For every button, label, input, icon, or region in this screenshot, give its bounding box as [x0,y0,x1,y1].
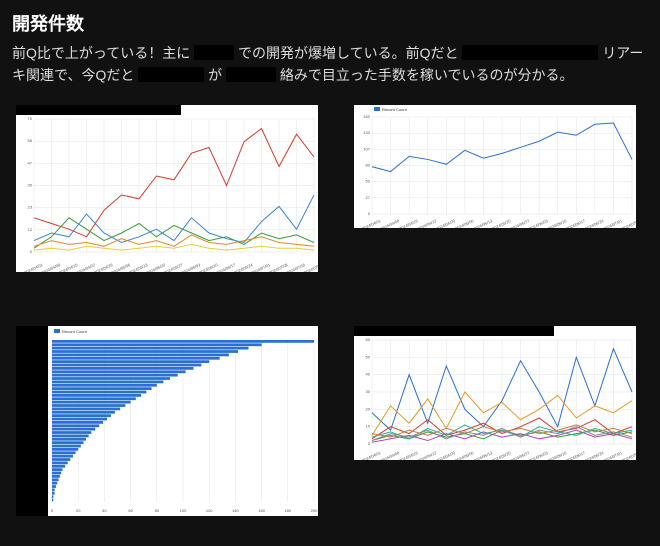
svg-text:Record Count: Record Count [62,329,88,334]
svg-text:160: 160 [258,508,265,513]
svg-text:40: 40 [366,371,371,376]
svg-text:12: 12 [28,227,33,232]
svg-text:0: 0 [30,249,33,254]
chart-single-line: 16013310780532702024/04/012024/04/082024… [354,105,636,228]
svg-text:80: 80 [366,162,371,167]
svg-text:20: 20 [76,508,81,513]
svg-text:35: 35 [28,182,33,187]
svg-text:70: 70 [28,116,33,121]
svg-text:0: 0 [368,441,371,446]
svg-text:40: 40 [102,508,107,513]
svg-text:160: 160 [363,114,370,119]
svg-text:107: 107 [363,146,370,151]
svg-text:Record Count: Record Count [382,107,408,112]
desc-text: 絡みで目立った手数を稼いでいるのが分かる。 [280,67,574,83]
svg-text:133: 133 [363,130,370,135]
chart-multi-line-1: 70584735231202024/04/012024/04/082024/04… [16,105,318,272]
svg-text:60: 60 [128,508,133,513]
svg-text:0: 0 [368,211,371,216]
svg-text:120: 120 [206,508,213,513]
svg-text:23: 23 [28,204,33,209]
svg-text:10: 10 [366,423,371,428]
svg-text:60: 60 [366,337,371,342]
svg-text:47: 47 [28,160,33,165]
svg-text:80: 80 [155,508,160,513]
redacted [138,67,204,82]
svg-text:140: 140 [232,508,239,513]
redacted [462,45,598,60]
page-title: 開発件数 [12,10,648,36]
svg-text:30: 30 [366,389,371,394]
description: 前Q比で上がっている！主に での開発が爆増している。前Qだと リアーキ関連で、今… [12,42,648,87]
svg-text:180: 180 [284,508,291,513]
redacted [194,45,234,60]
svg-text:27: 27 [366,195,371,200]
chart-multi-line-2: 60504030201002024/04/012024/04/082024/04… [354,326,636,460]
svg-text:50: 50 [366,354,371,359]
desc-text: 前Q比で上がっている！主に [12,45,190,61]
svg-text:200: 200 [311,508,318,513]
desc-text: での開発が爆増している。前Qだと [238,45,458,61]
svg-text:2024/07/08: 2024/07/08 [621,450,636,460]
svg-text:100: 100 [180,508,187,513]
chart-hbar: Record Count 0 20 40 60 80 100 120 140 160 180 200 [16,326,318,516]
svg-text:20: 20 [366,406,371,411]
desc-text: が [208,67,222,83]
chart-grid: 70584735231202024/04/012024/04/082024/04… [12,105,648,516]
svg-text:53: 53 [366,178,371,183]
svg-text:2024/07/08: 2024/07/08 [621,218,636,228]
svg-text:0: 0 [51,508,54,513]
svg-text:58: 58 [28,138,33,143]
redacted [226,67,276,82]
